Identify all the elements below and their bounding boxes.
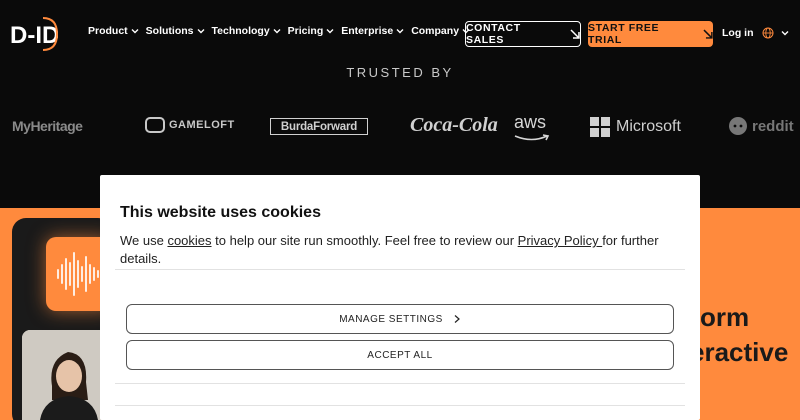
reddit-logo: reddit (728, 116, 800, 136)
login-link[interactable]: Log in (722, 27, 754, 39)
cookie-dialog-body: We use cookies to help our site run smoo… (120, 232, 680, 268)
menu-technology[interactable]: Technology (212, 25, 282, 37)
chevron-down-icon (396, 29, 404, 34)
menu-product[interactable]: Product (88, 25, 140, 37)
start-free-trial-button[interactable]: START FREE TRIAL (588, 21, 713, 47)
chevron-down-icon (781, 31, 789, 36)
gameloft-mark-icon (145, 117, 165, 133)
chevron-down-icon (131, 29, 139, 34)
chevron-right-icon (454, 315, 460, 323)
menu-pricing[interactable]: Pricing (288, 25, 336, 37)
arrow-down-right-icon (570, 29, 580, 39)
contact-sales-label: CONTACT SALES (466, 22, 521, 46)
body-text: to help our site run smoothly. Feel free… (211, 233, 518, 248)
person-image (22, 330, 112, 420)
privacy-policy-link[interactable]: Privacy Policy (518, 233, 603, 248)
menu-label: Solutions (145, 25, 194, 37)
burdaforward-logo: BurdaForward (270, 118, 368, 135)
trusted-logos: MyHeritage GAMELOFT BurdaForward Coca-Co… (0, 108, 800, 148)
trusted-by-heading: TRUSTED BY (346, 65, 454, 80)
microsoft-logo: Microsoft (590, 117, 681, 137)
coca-cola-logo: Coca-Cola (410, 114, 498, 137)
body-text: We use (120, 233, 168, 248)
reddit-alien-icon (729, 117, 747, 135)
menu-label: Company (411, 25, 460, 37)
menu-label: Pricing (287, 25, 324, 37)
aws-logo: aws (514, 112, 550, 141)
logo-text: Coca-Cola (410, 114, 498, 136)
language-selector[interactable] (762, 26, 792, 40)
d-id-logo[interactable]: D-ID (10, 16, 58, 52)
menu-enterprise[interactable]: Enterprise (341, 25, 405, 37)
cookies-link[interactable]: cookies (167, 233, 211, 248)
logo-text: BurdaForward (280, 120, 358, 133)
contact-sales-button[interactable]: CONTACT SALES (465, 21, 581, 47)
microsoft-windows-icon (590, 117, 610, 137)
aws-smile-icon (514, 134, 550, 141)
menu-label: Product (88, 25, 128, 37)
accept-all-button[interactable]: ACCEPT ALL (126, 340, 674, 370)
svg-text:D-ID: D-ID (10, 22, 58, 49)
start-free-trial-label: START FREE TRIAL (588, 22, 660, 46)
hero-heading-line2: eractive (690, 337, 789, 367)
menu-solutions[interactable]: Solutions (146, 25, 206, 37)
logo-text: Microsoft (616, 118, 681, 135)
divider (115, 269, 685, 270)
divider (115, 405, 685, 406)
menu-label: Enterprise (341, 25, 394, 37)
chevron-down-icon (197, 29, 205, 34)
cookie-consent-dialog: This website uses cookies We use cookies… (100, 175, 700, 420)
accept-all-label: ACCEPT ALL (367, 349, 433, 361)
logo-text: reddit (752, 117, 794, 135)
divider (115, 383, 685, 384)
arrow-down-right-icon (703, 29, 713, 39)
manage-settings-label: MANAGE SETTINGS (339, 313, 443, 325)
chevron-down-icon (326, 29, 334, 34)
chevron-down-icon (273, 29, 281, 34)
manage-settings-button[interactable]: MANAGE SETTINGS (126, 304, 674, 334)
main-menu: Product Solutions Technology Pricing Ent… (88, 25, 477, 37)
avatar-photo (22, 330, 112, 420)
hero-heading-line1: orm (700, 302, 750, 332)
menu-company[interactable]: Company (411, 25, 471, 37)
cookie-dialog-title: This website uses cookies (120, 204, 321, 221)
logo-text: aws (514, 112, 547, 132)
logo-text: MyHeritage (12, 118, 83, 134)
gameloft-logo: GAMELOFT (145, 117, 235, 133)
logo-text: GAMELOFT (169, 119, 235, 131)
top-navigation: D-ID Product Solutions Technology Pricin… (0, 0, 800, 66)
globe-icon (762, 27, 774, 39)
myheritage-logo: MyHeritage (12, 118, 83, 134)
menu-label: Technology (211, 25, 270, 37)
